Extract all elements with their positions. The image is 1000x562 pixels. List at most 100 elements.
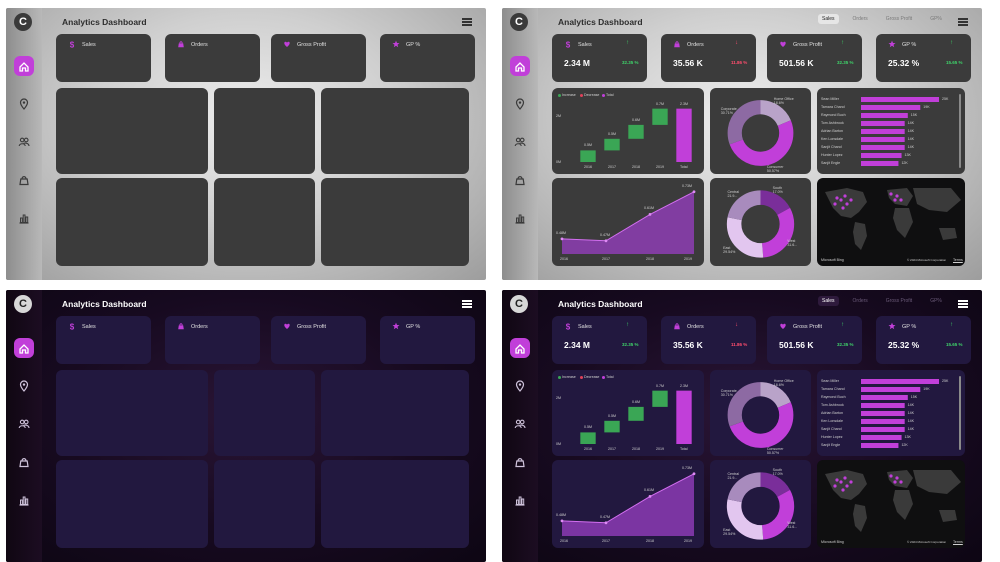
- home-icon: [515, 344, 525, 354]
- map-sales-bubble: [833, 202, 837, 206]
- hamburger-menu-icon[interactable]: [462, 300, 472, 308]
- customer-value-label: 14K: [907, 403, 915, 407]
- customer-value-label: 25K: [942, 379, 949, 383]
- empty-visual-placeholder: [56, 178, 208, 266]
- sidebar-item-home[interactable]: [510, 56, 530, 76]
- sidebar-item-bar-chart[interactable]: [14, 490, 34, 510]
- app-logo[interactable]: C: [510, 13, 528, 31]
- map-sales-bubble: [849, 198, 853, 202]
- tab-grossprofit[interactable]: Gross Profit: [882, 14, 916, 24]
- kpi-name: GP %: [902, 42, 917, 48]
- tab-sales[interactable]: Sales: [818, 14, 839, 24]
- users-icon: [514, 419, 526, 429]
- sidebar-item-location-pin[interactable]: [14, 376, 34, 396]
- kpi-card-grossprofit: Gross Profit 501.56 K 32.35 % ↑: [767, 34, 862, 82]
- map-terms-link[interactable]: Terms: [953, 540, 963, 544]
- app-logo[interactable]: C: [14, 13, 32, 31]
- map-landmass: [887, 188, 913, 206]
- light-wireframe-panel: C Analytics Dashboard $ Sales Orders Gross Pr…: [6, 8, 486, 280]
- waterfall-x-tick: 2019: [656, 165, 664, 169]
- sidebar-item-users[interactable]: [14, 132, 34, 152]
- tab-sales[interactable]: Sales: [818, 296, 839, 306]
- home-icon: [19, 62, 29, 72]
- hamburger-menu-icon[interactable]: [462, 18, 472, 26]
- map-terms-link[interactable]: Terms: [953, 258, 963, 262]
- donut-slice-label: Consumer 50.57%: [766, 446, 784, 455]
- customer-bar: [861, 153, 902, 158]
- map-landmass: [893, 490, 913, 520]
- sidebar-item-users[interactable]: [14, 414, 34, 434]
- sidebar-item-shopping-bag[interactable]: [510, 452, 530, 472]
- kpi-value: 35.56 K: [673, 340, 703, 350]
- sidebar-item-users[interactable]: [510, 132, 530, 152]
- sidebar-item-shopping-bag[interactable]: [14, 452, 34, 472]
- sidebar-item-home[interactable]: [14, 338, 34, 358]
- tab-orders[interactable]: Orders: [849, 14, 872, 24]
- tab-gp[interactable]: GP%: [926, 296, 946, 306]
- hamburger-line: [462, 21, 472, 23]
- hamburger-menu-icon[interactable]: [958, 18, 968, 26]
- sidebar-item-location-pin[interactable]: [510, 376, 530, 396]
- kpi-card-sales: $ Sales: [56, 34, 151, 82]
- kpi-change: 15.65 %: [946, 60, 963, 65]
- customer-bar: [861, 411, 905, 416]
- app-logo[interactable]: C: [14, 295, 32, 313]
- users-icon: [18, 137, 30, 147]
- map-landmass: [853, 222, 867, 250]
- users-icon: [514, 137, 526, 147]
- waterfall-card: Increase Decrease Total 0.5M 2016 0.5M 2017 0.6…: [552, 88, 704, 174]
- sidebar-item-location-pin[interactable]: [14, 94, 34, 114]
- kpi-value: 501.56 K: [779, 340, 814, 350]
- region-donut-card: South 17.0% West 31.6... East 29.54% Centra…: [710, 460, 811, 548]
- customer-name-label: Tom Ashbrook: [821, 403, 844, 407]
- customer-name-label: Adrian Barton: [821, 129, 843, 133]
- sidebar-item-location-pin[interactable]: [510, 94, 530, 114]
- arrow-up-icon: ↑: [626, 322, 629, 328]
- sidebar-item-bar-chart[interactable]: [510, 490, 530, 510]
- waterfall-x-tick: 2017: [608, 447, 616, 451]
- waterfall-y-tick: 2M: [556, 113, 561, 118]
- page-title: Analytics Dashboard: [558, 299, 643, 309]
- tab-grossprofit[interactable]: Gross Profit: [882, 296, 916, 306]
- shopping-bag-icon: [178, 41, 184, 48]
- tab-orders[interactable]: Orders: [849, 296, 872, 306]
- kpi-card-gp: GP %: [380, 316, 475, 364]
- sidebar-item-shopping-bag[interactable]: [14, 170, 34, 190]
- segment-donut-card: Home Office 18.6% Consumer 50.57% Corporat…: [710, 88, 811, 174]
- dark-dashboard-panel: C Analytics Dashboard Sales Orders Gross Pro…: [502, 290, 982, 562]
- sidebar-item-bar-chart[interactable]: [510, 208, 530, 228]
- customer-bar: [861, 137, 905, 142]
- donut-slice-label: Home Office 18.6%: [773, 378, 794, 387]
- sidebar-item-shopping-bag[interactable]: [510, 170, 530, 190]
- map-landmass: [939, 228, 957, 240]
- kpi-name: GP %: [406, 324, 421, 330]
- area-fill: [562, 191, 694, 254]
- area-data-label: 0.47M: [600, 514, 610, 519]
- world-map: [825, 188, 961, 250]
- sidebar-item-home[interactable]: [510, 338, 530, 358]
- home-icon: [19, 344, 29, 354]
- waterfall-bar-2016: [580, 432, 596, 444]
- kpi-card-orders: Orders 35.56 K 11.86 % ↓: [661, 316, 756, 364]
- donut-slice-label: Consumer 50.57%: [766, 164, 784, 173]
- sales-trend-area-chart: [560, 472, 696, 536]
- arrow-up-icon: ↑: [626, 40, 629, 46]
- area-data-label: 0.61M: [644, 488, 654, 493]
- hamburger-line: [958, 300, 968, 302]
- customer-name-label: Adrian Barton: [821, 411, 843, 415]
- area-point: [648, 495, 652, 498]
- hamburger-menu-icon[interactable]: [958, 300, 968, 308]
- kpi-card-sales: $ Sales 2.34 M 32.35 % ↑: [552, 34, 647, 82]
- app-logo[interactable]: C: [510, 295, 528, 313]
- sidebar-item-bar-chart[interactable]: [14, 208, 34, 228]
- sidebar-item-users[interactable]: [510, 414, 530, 434]
- waterfall-x-tick: 2018: [632, 447, 640, 451]
- donut-slice-label: Central 21.9...: [727, 471, 740, 480]
- arrow-up-icon: ↑: [950, 322, 953, 328]
- kpi-name: Orders: [687, 42, 704, 48]
- tab-gp[interactable]: GP%: [926, 14, 946, 24]
- customer-bar: [861, 161, 899, 166]
- sidebar-item-home[interactable]: [14, 56, 34, 76]
- hamburger-line: [462, 306, 472, 308]
- waterfall-data-label: 0.5M: [608, 413, 616, 418]
